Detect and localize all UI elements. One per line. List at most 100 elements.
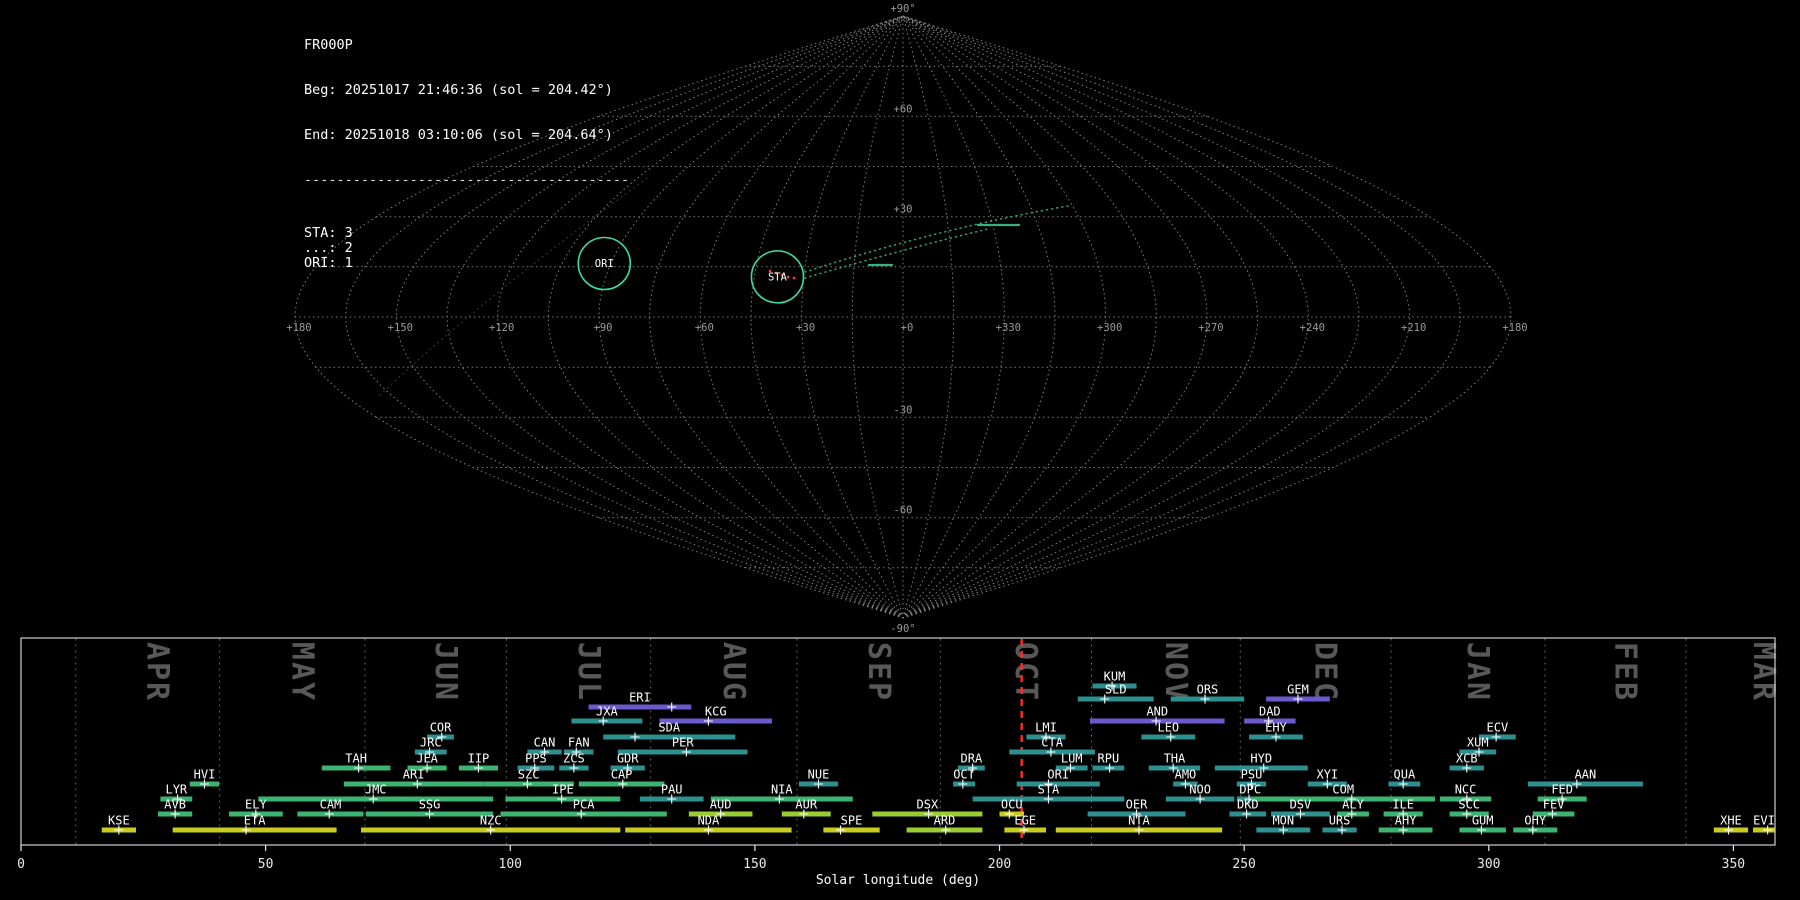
shower-bar-AAN xyxy=(1527,781,1643,787)
shower-NDA: NDA xyxy=(625,814,792,835)
shower-label-OER: OER xyxy=(1126,798,1148,812)
shower-STA: STA xyxy=(972,783,1125,804)
shower-label-DSV: DSV xyxy=(1290,798,1312,812)
station-code: FR000P xyxy=(304,37,353,53)
meteor-observation-screen: +180 +150 +120 +90 +60 +30 +0 +330 +300 +270 +240 +… xyxy=(0,0,1800,900)
activity-timeline: APR MAY JUN JUL AUG SEP OCT NOV DEC JAN FEB MARKUMS… xyxy=(17,637,1781,888)
month-label-FEB: FEB xyxy=(1608,642,1643,702)
x-tick-label-200: 200 xyxy=(988,857,1011,872)
shower-bar-SLD xyxy=(1077,696,1154,702)
lon-grid-label: +150 xyxy=(388,322,413,334)
shower-label-ARD: ARD xyxy=(934,814,956,828)
shower-LEO: LEO xyxy=(1141,721,1196,742)
meteor-mark xyxy=(786,275,790,279)
shower-label-PER: PER xyxy=(672,736,694,750)
shower-label-TAH: TAH xyxy=(345,752,367,766)
lon-grid-label: +300 xyxy=(1097,322,1122,334)
lon-grid-label: +240 xyxy=(1300,322,1325,334)
month-label-JAN: JAN xyxy=(1460,642,1495,702)
lon-grid-label: +180 xyxy=(286,322,311,334)
month-label-MAR: MAR xyxy=(1746,642,1781,702)
shower-label-XHE: XHE xyxy=(1720,814,1742,828)
shower-DSX: DSX xyxy=(872,798,983,819)
observation-header: FR000P Beg: 20251017 21:46:36 (sol = 204… xyxy=(304,8,629,301)
month-label-NOV: NOV xyxy=(1158,642,1193,702)
peak-marker-SDA xyxy=(630,732,640,742)
shower-label-PCA: PCA xyxy=(573,798,595,812)
lat-grid-label: +90° xyxy=(890,3,915,15)
shower-label-KCG: KCG xyxy=(705,705,727,719)
shower-label-HVI: HVI xyxy=(194,768,216,782)
shower-ETA: ETA xyxy=(172,814,337,835)
shower-label-NUE: NUE xyxy=(808,768,830,782)
shower-EVI: EVI xyxy=(1752,814,1775,835)
shower-NUE: NUE xyxy=(798,768,839,789)
shower-counts: STA: 3...: 2 ORI: 1 xyxy=(304,226,629,271)
shower-label-JMC: JMC xyxy=(365,783,387,797)
shower-label-AVB: AVB xyxy=(164,798,186,812)
shower-label-FED: FED xyxy=(1551,783,1573,797)
shower-QUA: QUA xyxy=(1388,768,1421,789)
shower-label-SCC: SCC xyxy=(1458,798,1480,812)
shower-label-ORS: ORS xyxy=(1197,683,1219,697)
shower-label-NTA: NTA xyxy=(1128,814,1150,828)
end-time: End: 20251018 03:10:06 (sol = 204.64°) xyxy=(304,127,613,143)
shower-bar-ETA xyxy=(172,827,337,833)
month-label-JUL: JUL xyxy=(571,642,606,702)
shower-OHY: OHY xyxy=(1513,814,1558,835)
lat-grid-label: -90° xyxy=(890,623,915,635)
shower-label-NCC: NCC xyxy=(1455,783,1477,797)
shower-label-ZCS: ZCS xyxy=(563,752,585,766)
month-label-SEP: SEP xyxy=(861,642,896,702)
month-label-JUN: JUN xyxy=(428,642,463,702)
shower-label-AUR: AUR xyxy=(795,798,817,812)
month-label-AUG: AUG xyxy=(716,642,751,702)
shower-label-NIA: NIA xyxy=(771,783,793,797)
shower-label-KUM: KUM xyxy=(1104,670,1126,684)
shower-label-EHY: EHY xyxy=(1265,721,1287,735)
radiant-drift-trail xyxy=(804,228,989,279)
shower-label-SLD: SLD xyxy=(1105,683,1127,697)
shower-NTA: NTA xyxy=(1055,814,1223,835)
shower-XHE: XHE xyxy=(1713,814,1749,835)
shower-label-PPS: PPS xyxy=(525,752,547,766)
peak-marker-ERI xyxy=(667,702,677,712)
shower-label-GEM: GEM xyxy=(1287,683,1309,697)
x-tick-label-250: 250 xyxy=(1232,857,1255,872)
count-line: STA: 3 xyxy=(304,225,353,241)
shower-label-HYD: HYD xyxy=(1250,752,1272,766)
shower-label-ILE: ILE xyxy=(1392,798,1414,812)
shower-MON: MON xyxy=(1256,814,1311,835)
shower-label-EVI: EVI xyxy=(1753,814,1775,828)
shower-label-ERI: ERI xyxy=(629,691,651,705)
shower-bar-SPE xyxy=(823,827,880,833)
shower-label-RPU: RPU xyxy=(1098,752,1120,766)
shower-label-ALY: ALY xyxy=(1342,798,1364,812)
lon-grid-label: +0 xyxy=(901,322,914,334)
month-label-OCT: OCT xyxy=(1008,642,1043,702)
shower-label-JEA: JEA xyxy=(416,752,438,766)
shower-label-LEO: LEO xyxy=(1157,721,1179,735)
shower-label-FEV: FEV xyxy=(1543,798,1565,812)
shower-label-MON: MON xyxy=(1272,814,1294,828)
shower-label-DRA: DRA xyxy=(961,752,983,766)
shower-EGE: EGE xyxy=(1004,814,1047,835)
shower-label-OCT: OCT xyxy=(953,768,975,782)
shower-label-DKD: DKD xyxy=(1237,798,1259,812)
lat-grid-label: -30 xyxy=(894,404,913,416)
shower-label-NDA: NDA xyxy=(698,814,720,828)
shower-label-OHY: OHY xyxy=(1524,814,1546,828)
separator-line: ---------------------------------------- xyxy=(304,172,630,188)
shower-ARD: ARD xyxy=(906,814,983,835)
lon-grid-label: +30 xyxy=(796,322,815,334)
lon-grid-label: +180 xyxy=(1502,322,1527,334)
shower-label-ETA: ETA xyxy=(244,814,266,828)
shower-label-CAM: CAM xyxy=(320,798,342,812)
shower-label-ORI: ORI xyxy=(1047,768,1069,782)
shower-RPU: RPU xyxy=(1092,752,1125,773)
shower-label-OCU: OCU xyxy=(1001,798,1023,812)
shower-OCT: OCT xyxy=(953,768,976,789)
lat-grid-label: +30 xyxy=(894,204,913,216)
month-label-DEC: DEC xyxy=(1308,642,1343,702)
shower-label-URS: URS xyxy=(1329,814,1351,828)
